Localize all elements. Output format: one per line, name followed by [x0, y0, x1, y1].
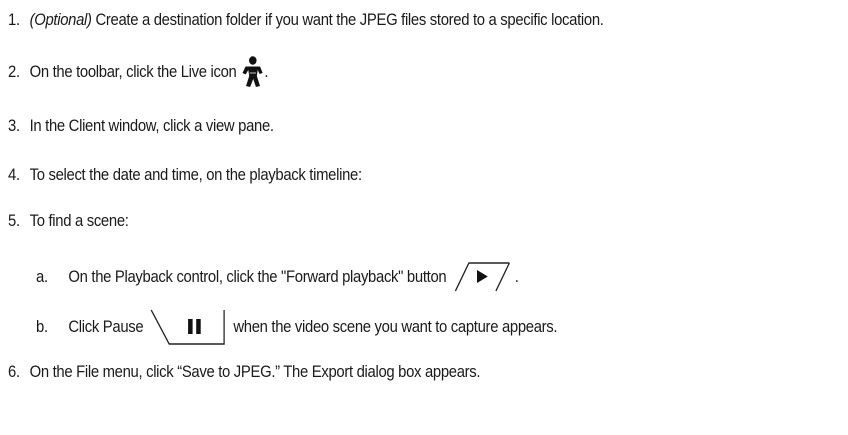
optional-label: (Optional) [29, 11, 92, 29]
pause-icon [150, 309, 227, 345]
substep-text-end: . [514, 267, 519, 286]
substep-letter: b. [36, 317, 48, 336]
step-text: Create a destination folder if you want … [91, 11, 604, 29]
step-number: 4. [8, 166, 20, 184]
substep-a: a. On the Playback control, click the "F… [36, 262, 519, 292]
substep-text-end: when the video scene you want to capture… [233, 317, 558, 336]
step-4: 4. To select the date and time, on the p… [8, 166, 362, 185]
substep-text: On the Playback control, click the "Forw… [68, 267, 447, 286]
step-number: 1. [8, 11, 20, 29]
step-text: In the Client window, click a view pane. [29, 117, 274, 135]
substep-text: Click Pause [68, 317, 144, 336]
step-number: 3. [8, 117, 20, 135]
step-number: 5. [8, 212, 20, 230]
step-text: On the toolbar, click the Live icon [29, 62, 237, 81]
substep-letter: a. [36, 267, 48, 286]
live-person-icon [241, 56, 264, 88]
step-text-end: . [264, 62, 269, 81]
step-1: 1. (Optional) Create a destination folde… [8, 11, 604, 30]
instruction-document: 1. (Optional) Create a destination folde… [0, 0, 848, 435]
step-6: 6. On the File menu, click “Save to JPEG… [8, 363, 481, 382]
substep-b: b. Click Pause when the video scene you … [36, 309, 558, 345]
step-number: 6. [8, 363, 20, 381]
step-text: To select the date and time, on the play… [29, 166, 362, 184]
step-text: To find a scene: [29, 212, 129, 230]
step-3: 3. In the Client window, click a view pa… [8, 117, 274, 136]
step-2: 2. On the toolbar, click the Live icon . [8, 56, 269, 88]
step-text: On the File menu, click “Save to JPEG.” … [29, 363, 481, 381]
step-5: 5. To find a scene: [8, 212, 129, 231]
step-number: 2. [8, 62, 20, 81]
forward-playback-icon [454, 262, 512, 292]
